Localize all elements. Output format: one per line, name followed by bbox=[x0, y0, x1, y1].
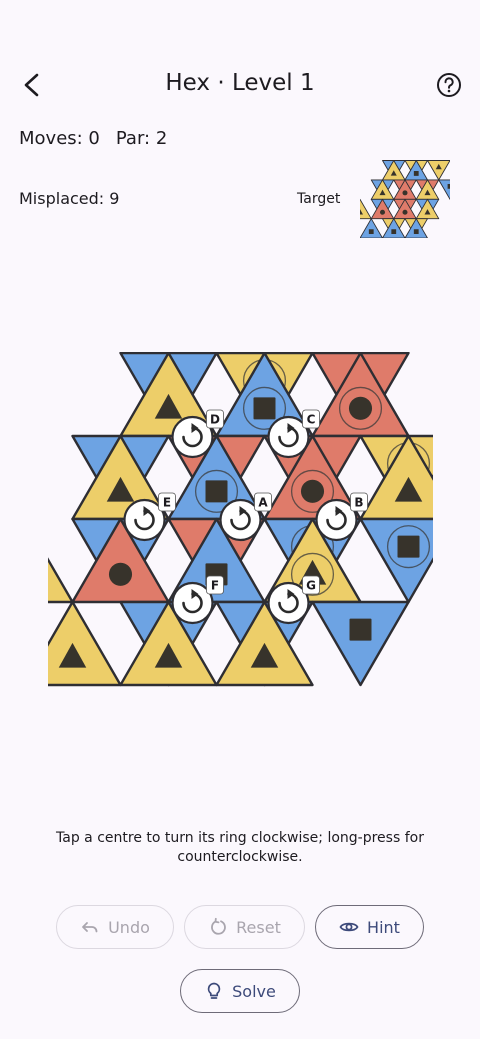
svg-text:C: C bbox=[307, 413, 316, 427]
target-label: Target bbox=[297, 191, 341, 207]
centre-label-f: F bbox=[206, 575, 224, 595]
svg-text:B: B bbox=[354, 496, 363, 510]
svg-text:G: G bbox=[306, 579, 316, 593]
undo-label: Undo bbox=[108, 917, 150, 937]
help-circle-icon bbox=[437, 73, 461, 97]
reset-icon bbox=[211, 917, 226, 935]
undo-button[interactable]: Undo bbox=[56, 905, 174, 949]
solve-button[interactable]: Solve bbox=[180, 969, 300, 1013]
svg-text:A: A bbox=[258, 496, 268, 510]
svg-text:E: E bbox=[163, 496, 171, 510]
page-title: Hex · Level 1 bbox=[165, 70, 315, 96]
undo-icon bbox=[82, 922, 98, 933]
centre-label-e: E bbox=[158, 492, 176, 512]
target-cell-yellow-triangle bbox=[360, 198, 372, 220]
misplaced-count: Misplaced: 9 bbox=[19, 189, 120, 208]
svg-text:F: F bbox=[211, 579, 219, 593]
target-cell-yellow-triangle bbox=[427, 160, 450, 181]
instructions-text: Tap a centre to turn its ring clockwise;… bbox=[56, 830, 424, 865]
svg-text:D: D bbox=[210, 413, 220, 427]
centre-label-b: B bbox=[350, 492, 368, 512]
board-cell-yellow-triangle bbox=[48, 557, 74, 604]
target-preview bbox=[360, 160, 450, 238]
centre-label-d: D bbox=[206, 409, 224, 429]
board-cell-blue-square bbox=[359, 517, 433, 604]
board-cell-yellow-triangle bbox=[48, 600, 122, 687]
lightbulb-icon bbox=[207, 982, 221, 999]
hint-button[interactable]: Hint bbox=[315, 905, 424, 949]
hint-label: Hint bbox=[367, 917, 400, 937]
centre-label-g: G bbox=[302, 575, 320, 595]
target-cell-blue-square bbox=[438, 179, 450, 200]
solve-label: Solve bbox=[232, 981, 276, 1001]
reset-label: Reset bbox=[236, 917, 281, 937]
top-app-bar: Hex · Level 1 bbox=[0, 58, 480, 112]
hex-board: A B C D E F G bbox=[48, 352, 433, 687]
reset-button[interactable]: Reset bbox=[184, 905, 305, 949]
centre-label-a: A bbox=[254, 492, 272, 512]
help-button[interactable] bbox=[432, 68, 466, 102]
moves-count: Moves: 0 bbox=[19, 128, 100, 149]
board-cell-blue-square bbox=[311, 600, 410, 687]
move-stats: Moves: 0 Par: 2 bbox=[19, 128, 183, 149]
eye-icon bbox=[339, 922, 359, 932]
target-cell-blue-square bbox=[360, 218, 383, 238]
centre-label-c: C bbox=[302, 409, 320, 429]
par-count: Par: 2 bbox=[115, 128, 168, 149]
